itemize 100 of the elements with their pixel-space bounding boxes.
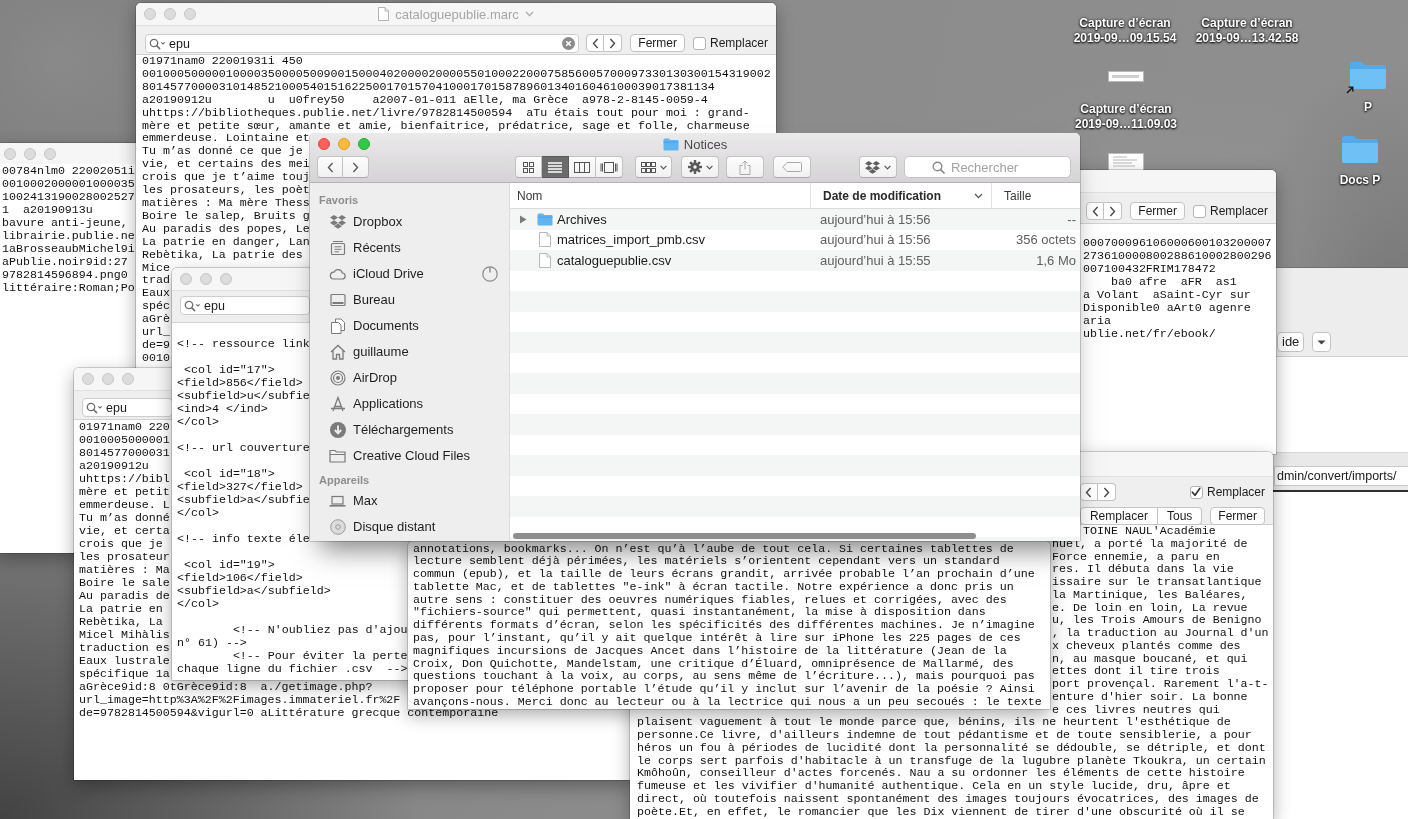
- previous-match-button[interactable]: [586, 34, 605, 52]
- minimize-button[interactable]: [102, 373, 114, 385]
- close-button[interactable]: [4, 147, 16, 160]
- file-row[interactable]: matrices_import_pmb.csv aujourd’hui à 15:56 356 octets: [510, 229, 1080, 250]
- chevron-left-icon: [326, 161, 334, 173]
- checkbox[interactable]: [1189, 485, 1203, 499]
- path-field[interactable]: dmin/convert/imports/: [1274, 466, 1408, 486]
- close-button[interactable]: [180, 273, 192, 285]
- search-field[interactable]: epu: [145, 34, 580, 53]
- zoom-button[interactable]: [122, 373, 134, 385]
- next-match-button[interactable]: [1097, 483, 1116, 501]
- arrange-button[interactable]: [635, 156, 672, 178]
- close-button[interactable]: [82, 373, 94, 385]
- replace-button[interactable]: Remplacer: [1079, 507, 1158, 525]
- toolbar-button[interactable]: ide: [1277, 332, 1305, 352]
- sidebar-item[interactable]: Bureau: [310, 291, 509, 308]
- close-find-button[interactable]: Fermer: [1210, 507, 1265, 525]
- text-line: <field>856</field>: [177, 375, 303, 389]
- action-button[interactable]: [681, 156, 719, 178]
- close-find-button[interactable]: Fermer: [630, 34, 685, 52]
- text-line: a20190912u u u0frey50 a2007-01-011 aElle, ma Grèce a978-2-8145-0059-4: [142, 93, 708, 107]
- column-header[interactable]: Date de modification: [810, 183, 991, 208]
- screen-icon: [329, 292, 346, 307]
- text-line: 000700096106000600103200007: [1083, 235, 1272, 249]
- view-mode-button[interactable]: [596, 156, 623, 178]
- text-line: e. De loin en loin, La revue: [1052, 601, 1248, 615]
- menu-button[interactable]: [859, 156, 897, 178]
- scrollbar-thumb[interactable]: [513, 533, 976, 539]
- chevron-left-icon: [1085, 486, 1093, 498]
- text-line: mère et petite sœur, amante et amie, bienfaitrice, prédatrice, sage et folle, charmeuse: [142, 119, 750, 133]
- close-find-button[interactable]: Fermer: [1130, 202, 1185, 220]
- view-mode-button[interactable]: [569, 156, 596, 178]
- view-mode-button[interactable]: [515, 156, 542, 178]
- text-line: ba0 afre aFR as1: [1109, 274, 1237, 288]
- replace-all-button[interactable]: Tous: [1157, 507, 1203, 525]
- sidebar-item[interactable]: Max: [310, 492, 509, 509]
- checkbox[interactable]: [692, 36, 706, 50]
- next-match-button[interactable]: [604, 34, 623, 52]
- forward-button[interactable]: [343, 156, 369, 178]
- text-line: Rebètika, La: [79, 615, 163, 628]
- gear-icon: [687, 160, 702, 174]
- file-size: --: [1067, 211, 1076, 227]
- close-button[interactable]: [318, 138, 330, 150]
- search-field[interactable]: epu: [180, 296, 310, 315]
- search-icon: [932, 160, 945, 174]
- sidebar-item[interactable]: iCloud Drive: [310, 265, 509, 282]
- chevron-right-icon: [352, 161, 359, 173]
- folder-name-label[interactable]: Docs P: [1339, 173, 1381, 188]
- zoom-button[interactable]: [184, 8, 196, 20]
- file-row[interactable]: cataloguepublie.csv aujourd’hui à 15:55 1,6 Mo: [510, 250, 1080, 271]
- minimize-button[interactable]: [164, 8, 176, 20]
- text-line: 1aBrosseaubMichel9i: [2, 242, 135, 255]
- text-line: tablette Mac, et de tablettes "e-ink" à écran tactile. Notre expérience a donc pris un: [413, 580, 1014, 594]
- text-line: questions touchant à la voix, au corps, au sens même de l’écriture...), mais pourquoi pas: [413, 670, 1035, 684]
- text-line: TOINE NAUL'Académie: [1083, 525, 1216, 538]
- text-line: 1 a20190913u: [2, 203, 93, 216]
- minimize-button[interactable]: [200, 273, 212, 285]
- text-line: <!-- Pour éviter la perte: [231, 648, 408, 662]
- sidebar-item[interactable]: AirDrop: [310, 369, 509, 386]
- sidebar-item[interactable]: Applications: [310, 395, 509, 412]
- share-button[interactable]: [726, 156, 764, 178]
- text-line: littéraire:Roman;Po: [2, 281, 135, 294]
- sidebar-item[interactable]: Téléchargements: [310, 421, 509, 438]
- text-line: 273610000800288610002800296: [1083, 248, 1272, 262]
- sidebar-item[interactable]: guillaume: [310, 343, 509, 360]
- dropdown-button[interactable]: [1312, 332, 1332, 352]
- checkbox[interactable]: [1192, 204, 1206, 218]
- previous-match-button[interactable]: [1086, 202, 1105, 220]
- minimize-button[interactable]: [24, 147, 36, 160]
- file-name: cataloguepublie.csv: [557, 252, 672, 268]
- column-header[interactable]: Nom: [510, 183, 810, 208]
- zoom-button[interactable]: [44, 147, 56, 160]
- next-match-button[interactable]: [1104, 202, 1123, 220]
- text-line: aPublie.noir9id:27: [2, 255, 128, 268]
- zoom-button[interactable]: [220, 273, 232, 285]
- tag-icon: [782, 162, 802, 172]
- text-line: 001000500000100003500005009001500040200002000055010002200075856005700097330130300154319002: [142, 67, 771, 81]
- back-button[interactable]: [317, 156, 343, 178]
- sidebar-item[interactable]: Récents: [310, 239, 509, 256]
- cloud-icon: [329, 267, 346, 280]
- text-line: <field>327</field>: [177, 479, 303, 493]
- text-line: Rebètika, La patrie des: [142, 248, 303, 262]
- sidebar-item[interactable]: Disque distant: [310, 518, 509, 535]
- text-line: Croix, Don Quichotte, Mandelstam, une critique d’Éluard, omniprésence de Mallarmé, des: [413, 657, 1014, 671]
- sidebar-item[interactable]: Creative Cloud Files: [310, 447, 509, 464]
- view-mode-button[interactable]: [542, 156, 569, 178]
- text-line: Boire le salep, Bruits g: [142, 209, 310, 223]
- minimize-button[interactable]: [338, 138, 350, 150]
- text-line: </col>: [177, 505, 219, 519]
- column-header[interactable]: Taille: [991, 183, 1080, 208]
- file-row[interactable]: Archives aujourd’hui à 15:56 --: [510, 209, 1080, 230]
- chevron-right-icon: [1109, 205, 1117, 217]
- sidebar-item[interactable]: Dropbox: [310, 213, 509, 230]
- close-button[interactable]: [144, 8, 156, 20]
- text-line: différents formats d’écran, selon les spécificités des différentes machines. Je n’imagine: [413, 619, 1035, 633]
- tags-button[interactable]: [773, 156, 811, 178]
- search-icon: [149, 37, 166, 50]
- sidebar-item[interactable]: Documents: [310, 317, 509, 334]
- search-field[interactable]: epu: [82, 398, 173, 417]
- zoom-button[interactable]: [358, 138, 370, 150]
